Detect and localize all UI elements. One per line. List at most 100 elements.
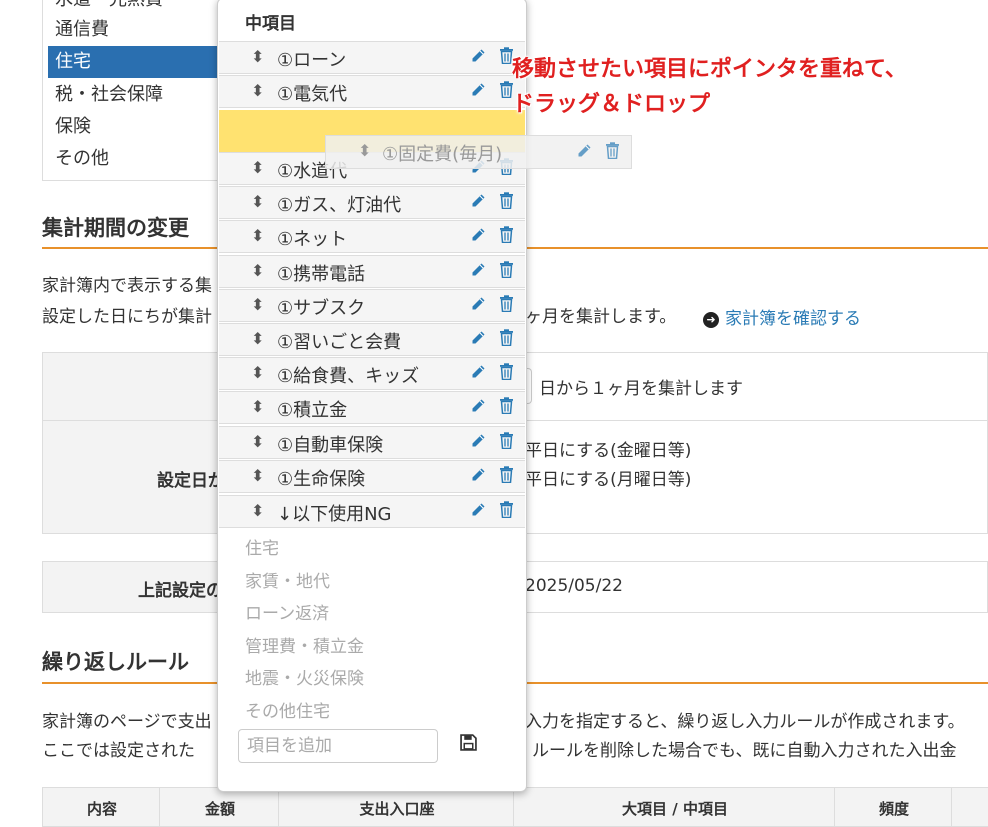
sortable-item[interactable]: ⬍ ①ガス、灯油代 (219, 186, 525, 219)
pencil-icon[interactable] (470, 467, 486, 483)
trash-icon[interactable] (499, 363, 514, 380)
annotation-line1: 移動させたい項目にポインタを重ねて、 (512, 57, 907, 82)
sort-handle-icon[interactable]: ⬍ (251, 363, 264, 382)
col-header-amount: 金額 (204, 800, 235, 818)
sort-handle-icon[interactable]: ⬍ (251, 47, 264, 66)
sortable-item-label: ①習いごと会費 (277, 332, 402, 353)
sort-handle-icon[interactable]: ⬍ (251, 81, 264, 100)
trash-icon[interactable] (499, 192, 514, 209)
section-title-repeat: 繰り返しルール (42, 650, 189, 674)
table-header-cell: 内容 (42, 787, 160, 827)
sort-handle-icon[interactable]: ⬍ (251, 158, 264, 177)
sort-handle-icon[interactable]: ⬍ (251, 226, 264, 245)
add-item-input[interactable] (238, 729, 438, 763)
category-item[interactable]: その他 (48, 143, 223, 175)
trash-icon[interactable] (499, 226, 514, 243)
sortable-item-label: ①生命保険 (277, 469, 366, 490)
sortable-item[interactable]: ⬍ ①電気代 (219, 75, 525, 108)
category-item[interactable]: 保険 (48, 111, 223, 143)
category-item[interactable]: 税・社会保障 (48, 79, 223, 111)
sortable-item[interactable]: ⬍ ①ネット (219, 220, 525, 253)
trash-icon[interactable] (499, 261, 514, 278)
pencil-icon[interactable] (470, 398, 486, 414)
category-list: 水道・光熱費 通信費 住宅 税・社会保障 保険 その他 (42, 0, 224, 181)
fixed-item: 住宅 (245, 539, 279, 559)
floppy-disk-icon[interactable] (460, 734, 477, 751)
period-desc-line2-tail: ヶ月を集計します。 (525, 307, 677, 327)
check-kakeibo-link[interactable]: ➜ 家計簿を確認する (703, 304, 861, 329)
sort-handle-icon[interactable]: ⬍ (251, 397, 264, 416)
row3-header: 上記設定の (138, 581, 223, 601)
sortable-item[interactable]: ⬍ ↓以下使用NG (219, 495, 525, 528)
link-label: 家計簿を確認する (725, 309, 861, 329)
fixed-item: ローン返済 (245, 604, 330, 624)
table-header-cell: 支出入口座 (278, 787, 514, 827)
pencil-icon[interactable] (470, 262, 486, 278)
table-header-cell: 大項目 / 中項目 (513, 787, 835, 827)
pencil-icon[interactable] (470, 82, 486, 98)
sortable-item-label: ①給食費、キッズ (277, 366, 420, 387)
dragging-item-label: ①固定費(毎月) (382, 144, 503, 165)
trash-icon[interactable] (499, 432, 514, 449)
sortable-item-label: ①ネット (277, 229, 348, 250)
sort-handle-icon[interactable]: ⬍ (251, 261, 264, 280)
circle-arrow-right-icon: ➜ (703, 312, 719, 328)
trash-icon[interactable] (499, 397, 514, 414)
sortable-item-label: ①ローン (277, 50, 347, 71)
fixed-item: 地震・火災保険 (245, 669, 364, 689)
sort-handle-icon[interactable]: ⬍ (251, 192, 264, 211)
popup-title: 中項目 (245, 14, 296, 34)
pencil-icon[interactable] (470, 193, 486, 209)
annotation-line2: ドラッグ＆ドロップ (512, 92, 711, 117)
pencil-icon[interactable] (470, 48, 486, 64)
sortable-item[interactable]: ⬍ ①サブスク (219, 289, 525, 322)
pencil-icon[interactable] (470, 364, 486, 380)
sortable-item-label: ①ガス、灯油代 (277, 195, 402, 216)
trash-icon[interactable] (499, 329, 514, 346)
weekend-option-monday[interactable]: 平日にする(月曜日等) (525, 465, 691, 490)
sort-handle-icon[interactable]: ⬍ (251, 295, 264, 314)
row2-header: 設定日が (157, 471, 225, 491)
pencil-icon[interactable] (470, 296, 486, 312)
period-desc-line2: 設定した日にちが集計 (42, 307, 212, 327)
sort-handle-icon[interactable]: ⬍ (251, 501, 264, 520)
pencil-icon[interactable] (470, 433, 486, 449)
fixed-item: その他住宅 (245, 701, 330, 722)
fixed-item: 管理費・積立金 (245, 636, 364, 657)
dragging-item[interactable]: ⬍ ①固定費(毎月) (325, 135, 632, 169)
pencil-icon[interactable] (576, 143, 592, 159)
category-item-active[interactable]: 住宅 (48, 46, 223, 78)
period-desc-line1: 家計簿内で表示する集 (42, 276, 212, 296)
repeat-desc-line2-left: ここでは設定された (42, 741, 195, 761)
pencil-icon[interactable] (470, 227, 486, 243)
sortable-item-label: ①積立金 (277, 400, 348, 421)
fixed-item: 家賃・地代 (245, 571, 330, 592)
weekend-option-friday[interactable]: 平日にする(金曜日等) (525, 436, 691, 461)
table-header-cell: 頻度 (834, 787, 952, 827)
repeat-desc-line2-right: ルールを削除した場合でも、既に自動入力された入出金 (532, 741, 957, 761)
sortable-item[interactable]: ⬍ ①携帯電話 (219, 255, 525, 288)
sortable-item[interactable]: ⬍ ①積立金 (219, 391, 525, 424)
category-item[interactable]: 通信費 (48, 14, 223, 46)
repeat-desc-line1-left: 家計簿のページで支出 (42, 712, 212, 732)
sortable-item[interactable]: ⬍ ①習いごと会費 (219, 323, 525, 356)
pencil-icon[interactable] (470, 330, 486, 346)
pencil-icon[interactable] (470, 502, 486, 518)
sortable-item[interactable]: ⬍ ①生命保険 (219, 460, 525, 493)
sortable-item[interactable]: ⬍ ①自動車保険 (219, 426, 525, 459)
sort-handle-icon[interactable]: ⬍ (251, 466, 264, 485)
repeat-desc-line1-right: 入力を指定すると、繰り返し入力ルールが作成されます。 (525, 712, 965, 732)
trash-icon[interactable] (499, 466, 514, 483)
sort-handle-icon[interactable]: ⬍ (251, 432, 264, 451)
sortable-item-label: ①携帯電話 (277, 264, 366, 285)
sortable-item[interactable]: ⬍ ①給食費、キッズ (219, 357, 525, 390)
table-header-cell: 金額 (159, 787, 279, 827)
trash-icon[interactable] (499, 501, 514, 518)
sort-handle-icon[interactable]: ⬍ (358, 141, 371, 160)
col-header-account: 支出入口座 (359, 800, 435, 818)
period-row1-text: 日から１ヶ月を集計します (539, 379, 743, 399)
trash-icon[interactable] (605, 142, 620, 159)
sortable-item[interactable]: ⬍ ①ローン (219, 41, 525, 74)
sort-handle-icon[interactable]: ⬍ (251, 329, 264, 348)
trash-icon[interactable] (499, 295, 514, 312)
